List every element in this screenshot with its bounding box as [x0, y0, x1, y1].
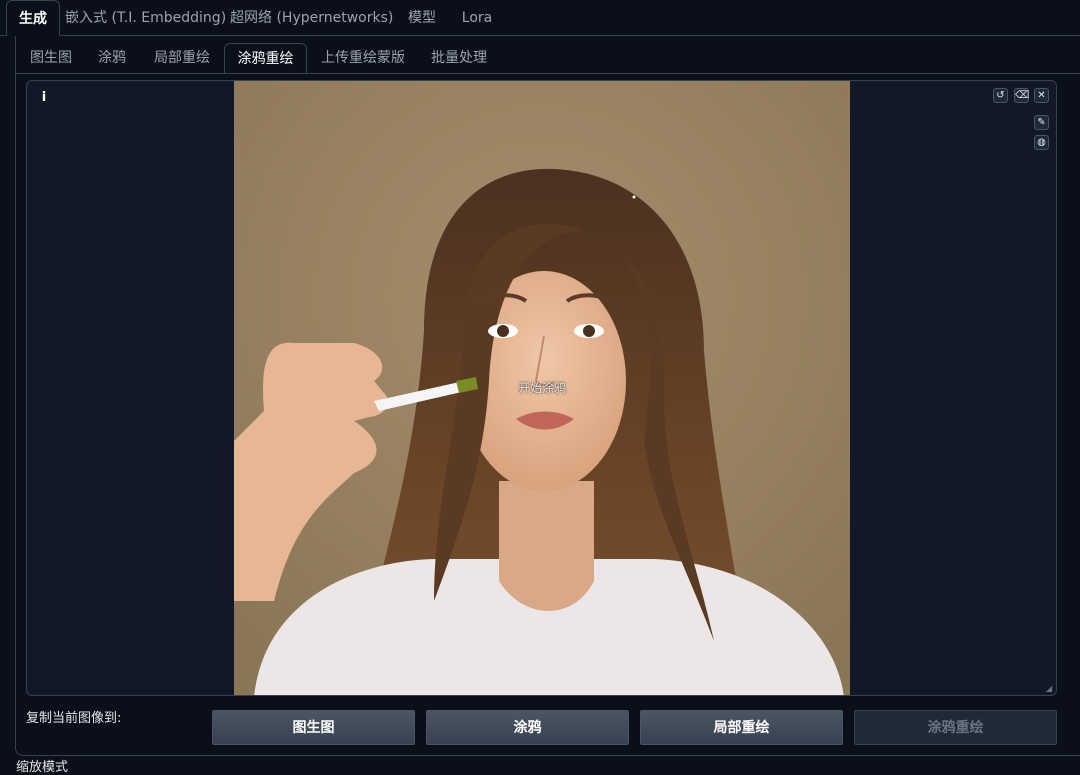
sketch-canvas[interactable]: i 开始涂鸦 ↺ ⌫ ✕ ✎ ◍ ◢ [26, 80, 1057, 696]
subtab-inpaint-sketch[interactable]: 涂鸦重绘 [224, 43, 307, 74]
source-image[interactable]: 开始涂鸦 [234, 81, 850, 695]
scale-mode-label: 缩放模式 [16, 760, 69, 775]
subtab-divider [15, 73, 1080, 74]
copy-to-inpaint-sketch-button: 涂鸦重绘 [854, 710, 1057, 745]
subtab-inpaint[interactable]: 局部重绘 [144, 43, 220, 74]
canvas-caption: 开始涂鸦 [517, 381, 566, 395]
info-icon[interactable]: i [37, 89, 51, 107]
copy-to-img2img-button[interactable]: 图生图 [212, 710, 415, 745]
tab-embedding[interactable]: 嵌入式 (T.I. Embedding) [65, 0, 226, 36]
tab-hypernetworks[interactable]: 超网络 (Hypernetworks) [230, 0, 393, 36]
tab-model[interactable]: 模型 [398, 0, 446, 36]
palette-icon[interactable]: ◍ [1034, 135, 1049, 150]
tab-generate[interactable]: 生成 [6, 0, 60, 36]
resize-handle-icon[interactable]: ◢ [1046, 685, 1054, 693]
subtab-batch[interactable]: 批量处理 [420, 43, 498, 74]
copy-to-sketch-button[interactable]: 涂鸦 [426, 710, 629, 745]
copy-image-label: 复制当前图像到: [26, 711, 122, 726]
subtab-inpaint-upload[interactable]: 上传重绘蒙版 [312, 43, 414, 74]
eraser-icon[interactable]: ⌫ [1014, 88, 1029, 103]
close-icon[interactable]: ✕ [1034, 88, 1049, 103]
copy-to-inpaint-button[interactable]: 局部重绘 [640, 710, 843, 745]
top-tab-bar: 生成 嵌入式 (T.I. Embedding) 超网络 (Hypernetwor… [0, 0, 1080, 36]
tab-lora[interactable]: Lora [454, 0, 500, 36]
subtab-img2img[interactable]: 图生图 [20, 43, 82, 74]
brush-icon[interactable]: ✎ [1034, 115, 1049, 130]
subtab-sketch[interactable]: 涂鸦 [88, 43, 136, 74]
undo-icon[interactable]: ↺ [993, 88, 1008, 103]
